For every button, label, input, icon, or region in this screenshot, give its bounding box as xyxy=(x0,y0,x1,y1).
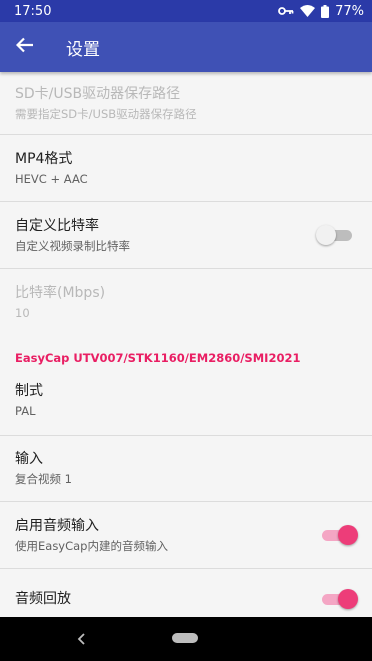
status-time: 17:50 xyxy=(14,3,52,19)
switch-thumb xyxy=(338,589,358,609)
status-icons: 77% xyxy=(278,4,364,19)
pref-title: 比特率(Mbps) xyxy=(15,284,106,301)
home-pill-button[interactable] xyxy=(172,633,198,643)
pref-title: 自定义比特率 xyxy=(15,217,99,234)
pref-title: 启用音频输入 xyxy=(15,517,99,534)
pref-standard[interactable]: 制式 PAL xyxy=(0,365,372,436)
pref-summary: HEVC + AAC xyxy=(15,171,88,186)
pref-bitrate: 比特率(Mbps) 10 xyxy=(0,269,372,335)
pref-summary: 需要指定SD卡/USB驱动器保存路径 xyxy=(15,106,197,121)
category-easycap: EasyCap UTV007/STK1160/EM2860/SMI2021 xyxy=(15,351,301,365)
pref-summary: 10 xyxy=(15,305,30,320)
pref-title: 音频回放 xyxy=(15,590,71,607)
battery-percent: 77% xyxy=(335,3,364,19)
pref-title: MP4格式 xyxy=(15,150,73,167)
arrow-back-icon xyxy=(15,37,34,57)
battery-icon xyxy=(321,4,330,18)
switch-thumb xyxy=(316,225,336,245)
page-title: 设置 xyxy=(66,39,100,60)
pref-title: 输入 xyxy=(15,451,43,467)
switch-thumb xyxy=(338,525,358,545)
back-button[interactable] xyxy=(0,22,50,72)
pref-custom-bitrate[interactable]: 自定义比特率 自定义视频录制比特率 xyxy=(0,202,372,269)
pref-audio-playback[interactable]: 音频回放 xyxy=(0,569,372,617)
key-icon xyxy=(278,6,294,16)
app-bar: 设置 xyxy=(0,22,372,72)
audio-playback-switch[interactable] xyxy=(320,589,358,609)
pref-mp4-format[interactable]: MP4格式 HEVC + AAC xyxy=(0,135,372,202)
pref-storage-path: SD卡/USB驱动器保存路径 需要指定SD卡/USB驱动器保存路径 xyxy=(0,72,372,135)
status-bar: 17:50 77% xyxy=(0,0,372,22)
pref-summary: 使用EasyCap内建的音频输入 xyxy=(15,538,168,553)
settings-list[interactable]: SD卡/USB驱动器保存路径 需要指定SD卡/USB驱动器保存路径 MP4格式 … xyxy=(0,72,372,617)
pref-enable-audio[interactable]: 启用音频输入 使用EasyCap内建的音频输入 xyxy=(0,502,372,569)
pref-input[interactable]: 输入 复合视频 1 xyxy=(0,436,372,502)
wifi-icon xyxy=(300,5,316,17)
pref-summary: 复合视频 1 xyxy=(15,472,72,486)
navigation-bar xyxy=(0,617,372,661)
pref-summary: PAL xyxy=(15,403,36,418)
custom-bitrate-switch[interactable] xyxy=(316,225,354,245)
pref-title: 制式 xyxy=(15,382,43,399)
enable-audio-switch[interactable] xyxy=(320,525,358,545)
nav-back-icon[interactable] xyxy=(72,629,92,649)
pref-title: SD卡/USB驱动器保存路径 xyxy=(15,85,181,102)
pref-summary: 自定义视频录制比特率 xyxy=(15,238,130,253)
